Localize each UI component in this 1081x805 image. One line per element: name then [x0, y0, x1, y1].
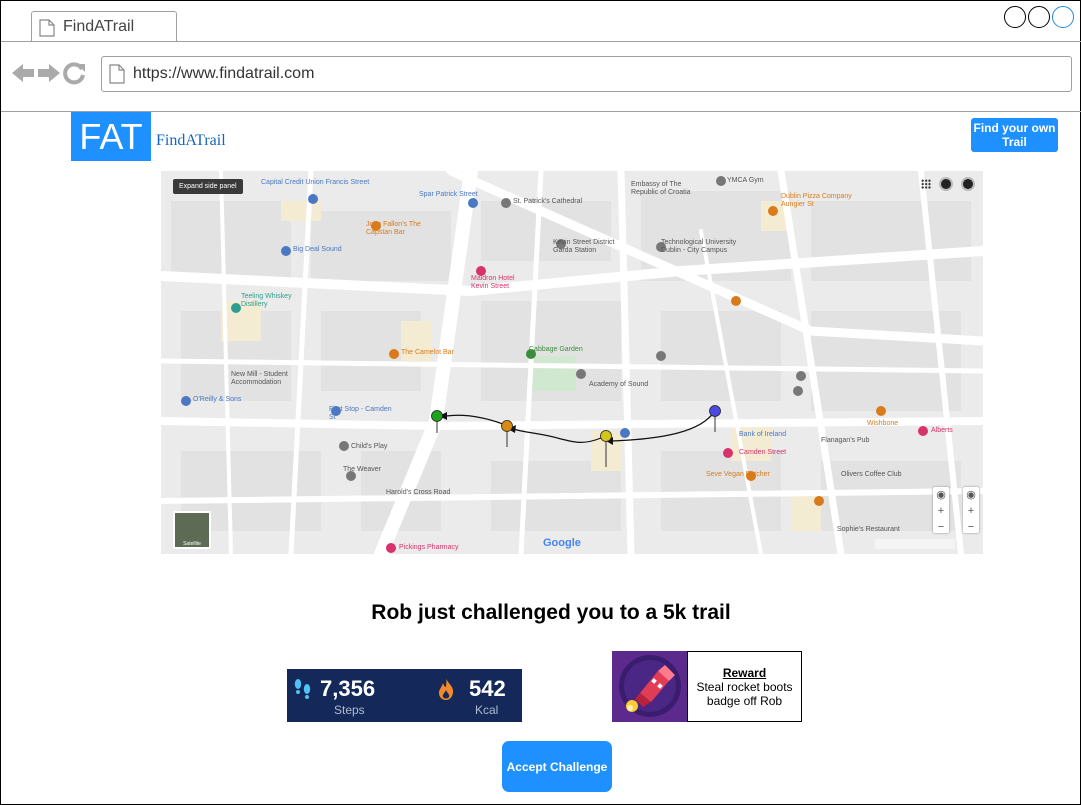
map-label: Cabbage Garden: [529, 346, 583, 353]
google-logo: Google: [543, 537, 581, 549]
map-label: The Weaver: [343, 466, 381, 473]
map-label: YMCA Gym: [727, 177, 764, 184]
map-label: Capital Credit Union Francis Street: [261, 179, 370, 186]
account-avatar-icon[interactable]: [939, 177, 953, 191]
map-label: O'Reilly & Sons: [193, 396, 242, 403]
close-icon[interactable]: [1052, 6, 1074, 28]
map-label: Pickings Pharmacy: [399, 544, 459, 551]
map-label: Sophie's Restaurant: [837, 526, 900, 533]
tab-divider: [1, 41, 1081, 42]
map-label: Dublin Pizza Company Aungier St: [781, 193, 852, 208]
map-label: Spar Patrick Street: [419, 191, 478, 198]
map-label: Technological University Dublin - City C…: [661, 239, 737, 254]
rocket-boot-icon: [619, 655, 681, 717]
zoom-in-icon[interactable]: +: [963, 503, 979, 519]
reward-description: Steal rocket boots badge off Rob: [696, 680, 793, 708]
kcal-value: 542: [469, 676, 506, 701]
map-label: Academy of Sound: [589, 381, 649, 388]
trail-map[interactable]: Expand side panel Capital Credit Union F…: [161, 171, 983, 554]
rocket-boots-badge: [612, 651, 688, 722]
tab-title: FindATrail: [63, 18, 135, 35]
steps-value: 7,356: [320, 676, 376, 701]
zoom-out-icon[interactable]: −: [963, 519, 979, 535]
reload-icon[interactable]: [63, 61, 87, 85]
zoom-out-icon[interactable]: −: [933, 519, 949, 535]
map-label: Wishbone: [867, 420, 899, 427]
satellite-toggle[interactable]: Satellite: [173, 511, 211, 549]
map-label: Harold's Cross Road: [386, 489, 451, 496]
zoom-in-icon[interactable]: +: [933, 503, 949, 519]
zoom-controls: ◉ + −: [963, 487, 979, 533]
map-label: Seve Vegan Butcher: [706, 471, 770, 478]
window-controls: [1004, 6, 1074, 28]
zoom-controls: ◉ + −: [933, 487, 949, 533]
activity-stats-card: 7,356 Steps 542 Kcal: [287, 669, 522, 722]
map-streets: [161, 171, 983, 554]
chrome-divider: [1, 111, 1081, 112]
back-arrow-icon[interactable]: [11, 62, 35, 84]
footsteps-icon: [294, 679, 311, 699]
map-label: Kevin Street District Garda Station: [553, 239, 615, 254]
page-icon: [109, 64, 125, 84]
map-label: Bank of Ireland: [739, 431, 787, 438]
reward-title: Reward: [722, 666, 767, 680]
maximize-icon[interactable]: [1028, 6, 1050, 28]
map-label: Embassy of The Republic of Croatia: [631, 181, 691, 196]
minimize-icon[interactable]: [1004, 6, 1026, 28]
browser-tab[interactable]: FindATrail: [31, 11, 177, 42]
accept-challenge-button[interactable]: Accept Challenge: [502, 741, 612, 792]
browser-window: FindATrail https://www.findatrail.com FA…: [0, 0, 1081, 805]
map-label: Big Deal Sound: [293, 246, 342, 253]
map-label: Olivers Coffee Club: [841, 471, 902, 478]
url-text: https://www.findatrail.com: [133, 65, 315, 82]
find-your-own-trail-button[interactable]: Find your own Trail: [971, 118, 1058, 152]
map-label: First Stop - Camden St: [329, 406, 392, 421]
map-tools: [921, 177, 975, 191]
page-icon: [39, 19, 55, 37]
forward-arrow-icon[interactable]: [37, 62, 61, 84]
navigation-controls: [11, 61, 87, 85]
map-label: The Camelot Bar: [401, 349, 454, 356]
map-label: St. Patrick's Cathedral: [513, 198, 583, 205]
google-logo-text: Google: [543, 537, 581, 549]
map-label: Teeling Whiskey Distillery: [241, 293, 292, 308]
map-label: John Fallon's The Capstan Bar: [366, 221, 421, 236]
kcal-label: Kcal: [475, 703, 499, 717]
apps-grid-icon[interactable]: [921, 179, 931, 189]
map-label: Camden Street: [739, 449, 787, 456]
map-label: Maldron Hotel Kevin Street: [471, 275, 515, 290]
address-bar[interactable]: https://www.findatrail.com: [101, 56, 1072, 92]
reward-card: Reward Steal rocket boots badge off Rob: [687, 651, 802, 722]
locate-icon[interactable]: ◉: [963, 487, 979, 503]
map-label: Flanagan's Pub: [821, 437, 870, 444]
map-label: Alberts: [931, 427, 953, 434]
logo-text[interactable]: FindATrail: [156, 132, 226, 150]
map-label: New Mill - Student Accommodation: [231, 371, 288, 386]
challenge-headline: Rob just challenged you to a 5k trail: [371, 601, 731, 624]
flame-icon: [439, 678, 454, 700]
expand-side-panel-button[interactable]: Expand side panel: [173, 179, 243, 194]
map-footer: [875, 539, 955, 549]
logo-mark[interactable]: FAT: [71, 112, 151, 161]
map-label: Child's Play: [351, 443, 388, 450]
steps-label: Steps: [334, 703, 365, 717]
locate-icon[interactable]: ◉: [933, 487, 949, 503]
account-avatar-icon[interactable]: [961, 177, 975, 191]
